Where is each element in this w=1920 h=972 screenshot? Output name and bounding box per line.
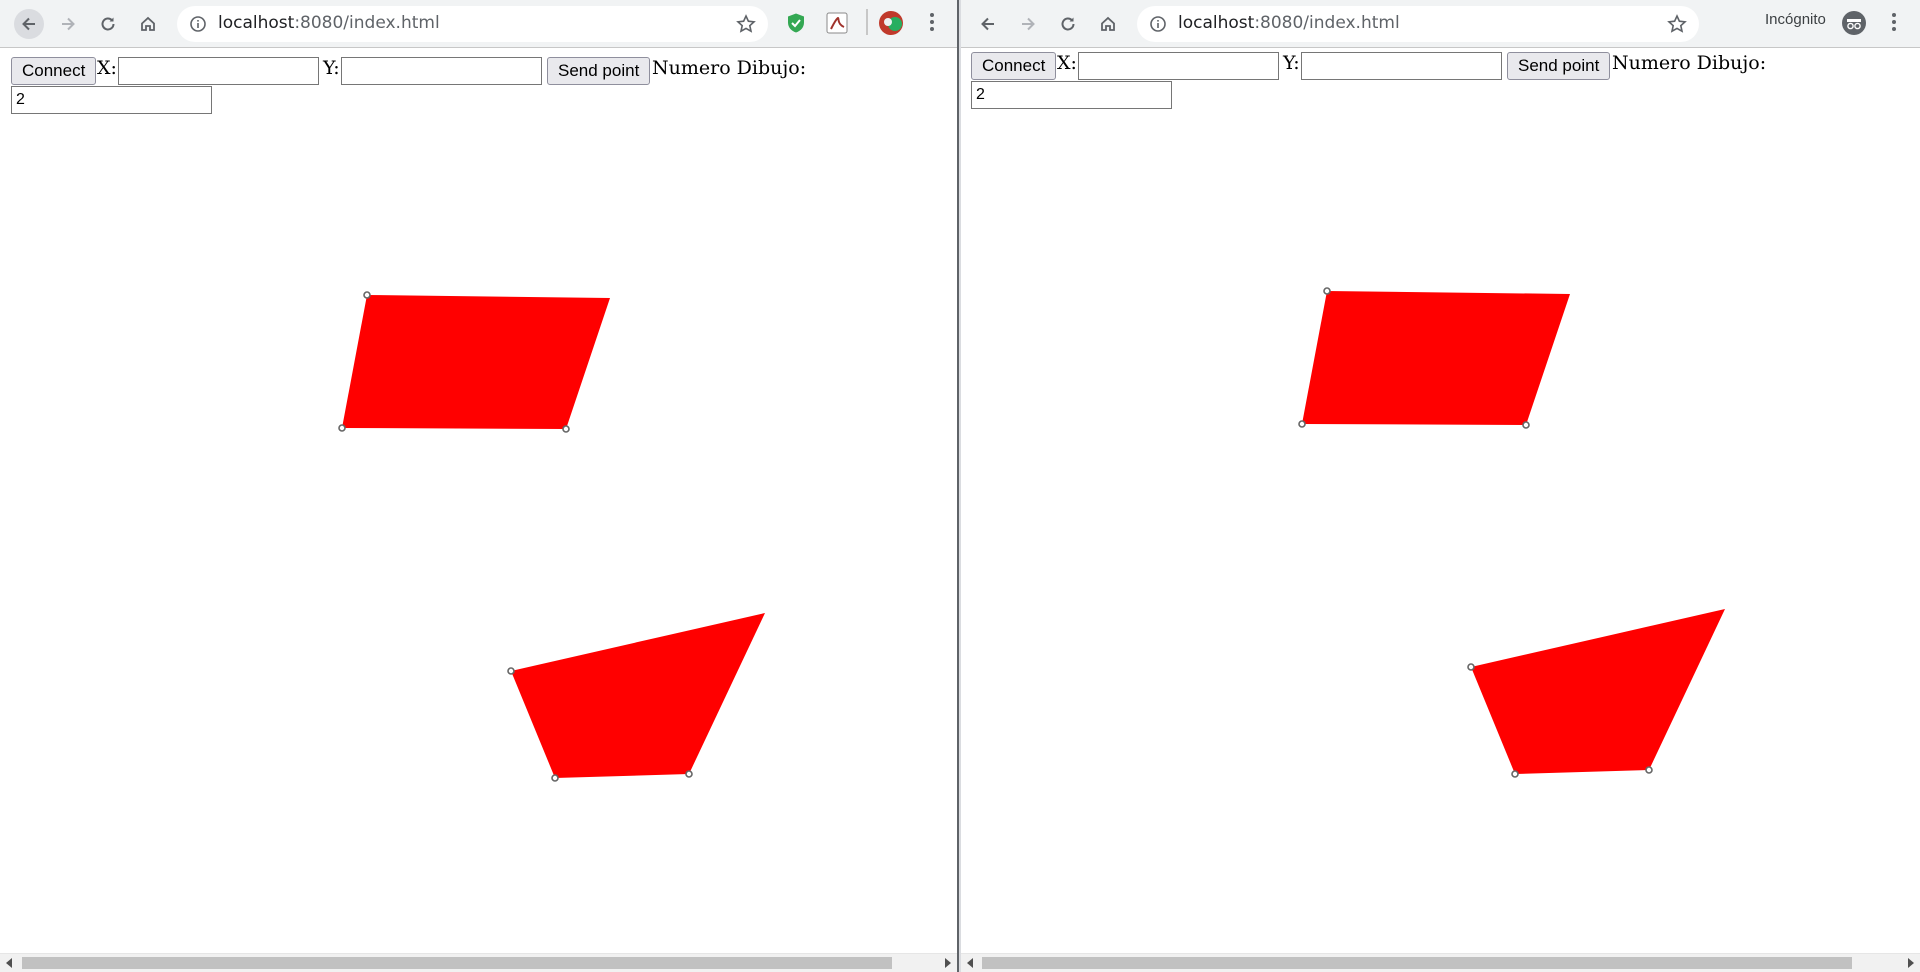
more-menu-icon[interactable] bbox=[1892, 13, 1896, 34]
browser-window-right: localhost:8080/index.html Incógnito Conn… bbox=[961, 0, 1920, 972]
browser-toolbar: localhost:8080/index.html bbox=[0, 0, 957, 48]
url-text: localhost:8080/index.html bbox=[218, 13, 440, 33]
forward-button[interactable] bbox=[53, 9, 83, 39]
address-bar[interactable]: localhost:8080/index.html bbox=[1137, 6, 1699, 42]
scrollbar-thumb[interactable] bbox=[22, 957, 892, 969]
toolbar-divider bbox=[866, 9, 868, 35]
home-icon bbox=[141, 16, 155, 31]
info-icon bbox=[1150, 16, 1166, 32]
bookmark-star-icon[interactable] bbox=[1667, 14, 1687, 34]
vertex-point[interactable] bbox=[685, 770, 693, 778]
drawing-canvas[interactable] bbox=[0, 48, 957, 953]
incognito-label: Incógnito bbox=[1765, 11, 1826, 28]
vertex-point[interactable] bbox=[1323, 287, 1331, 295]
arrow-right-icon bbox=[62, 17, 75, 31]
shield-extension-icon[interactable] bbox=[785, 12, 807, 34]
home-icon bbox=[1101, 16, 1115, 31]
forward-button[interactable] bbox=[1013, 9, 1043, 39]
page-content: Connect X: Y: Send point Numero Dibujo: … bbox=[0, 48, 957, 972]
red-quadrilateral-2 bbox=[1471, 609, 1725, 774]
scroll-left-arrow-icon[interactable] bbox=[967, 958, 973, 968]
vertex-point[interactable] bbox=[1298, 420, 1306, 428]
reload-button[interactable] bbox=[93, 9, 123, 39]
vertex-point[interactable] bbox=[1522, 421, 1530, 429]
arrow-left-icon bbox=[22, 17, 35, 31]
back-button[interactable] bbox=[14, 9, 44, 39]
vertex-point[interactable] bbox=[507, 667, 515, 675]
info-icon bbox=[190, 16, 206, 32]
more-menu-icon[interactable] bbox=[930, 13, 934, 34]
reload-icon bbox=[101, 17, 115, 31]
scroll-left-arrow-icon[interactable] bbox=[6, 958, 12, 968]
profile-avatar-icon[interactable] bbox=[878, 10, 904, 36]
bookmark-star-icon[interactable] bbox=[736, 14, 756, 34]
drawing-canvas[interactable] bbox=[961, 48, 1920, 953]
url-text: localhost:8080/index.html bbox=[1178, 13, 1400, 33]
page-content: Connect X: Y: Send point Numero Dibujo: … bbox=[961, 48, 1920, 972]
pdf-extension-icon[interactable] bbox=[826, 12, 848, 34]
scrollbar-thumb[interactable] bbox=[982, 957, 1852, 969]
vertex-point[interactable] bbox=[1511, 770, 1519, 778]
red-quadrilateral-2 bbox=[511, 613, 765, 778]
vertex-point[interactable] bbox=[338, 424, 346, 432]
address-bar[interactable]: localhost:8080/index.html bbox=[177, 6, 768, 42]
browser-toolbar: localhost:8080/index.html Incógnito bbox=[961, 0, 1920, 48]
vertex-point[interactable] bbox=[1645, 766, 1653, 774]
vertex-point[interactable] bbox=[1467, 663, 1475, 671]
browser-window-left: localhost:8080/index.html Connect X: Y: … bbox=[0, 0, 959, 972]
incognito-icon[interactable] bbox=[1841, 10, 1867, 36]
scroll-right-arrow-icon[interactable] bbox=[1908, 958, 1914, 968]
red-quadrilateral-1 bbox=[342, 295, 610, 429]
reload-icon bbox=[1061, 17, 1075, 31]
vertex-point[interactable] bbox=[562, 425, 570, 433]
horizontal-scrollbar[interactable] bbox=[961, 953, 1920, 972]
vertex-point[interactable] bbox=[551, 774, 559, 782]
scroll-right-arrow-icon[interactable] bbox=[945, 958, 951, 968]
home-button[interactable] bbox=[133, 9, 163, 39]
horizontal-scrollbar[interactable] bbox=[0, 953, 957, 972]
home-button[interactable] bbox=[1093, 9, 1123, 39]
vertex-point[interactable] bbox=[363, 291, 371, 299]
arrow-right-icon bbox=[1022, 17, 1035, 31]
arrow-left-icon bbox=[981, 17, 994, 31]
red-quadrilateral-1 bbox=[1302, 291, 1570, 425]
back-button[interactable] bbox=[973, 9, 1003, 39]
reload-button[interactable] bbox=[1053, 9, 1083, 39]
